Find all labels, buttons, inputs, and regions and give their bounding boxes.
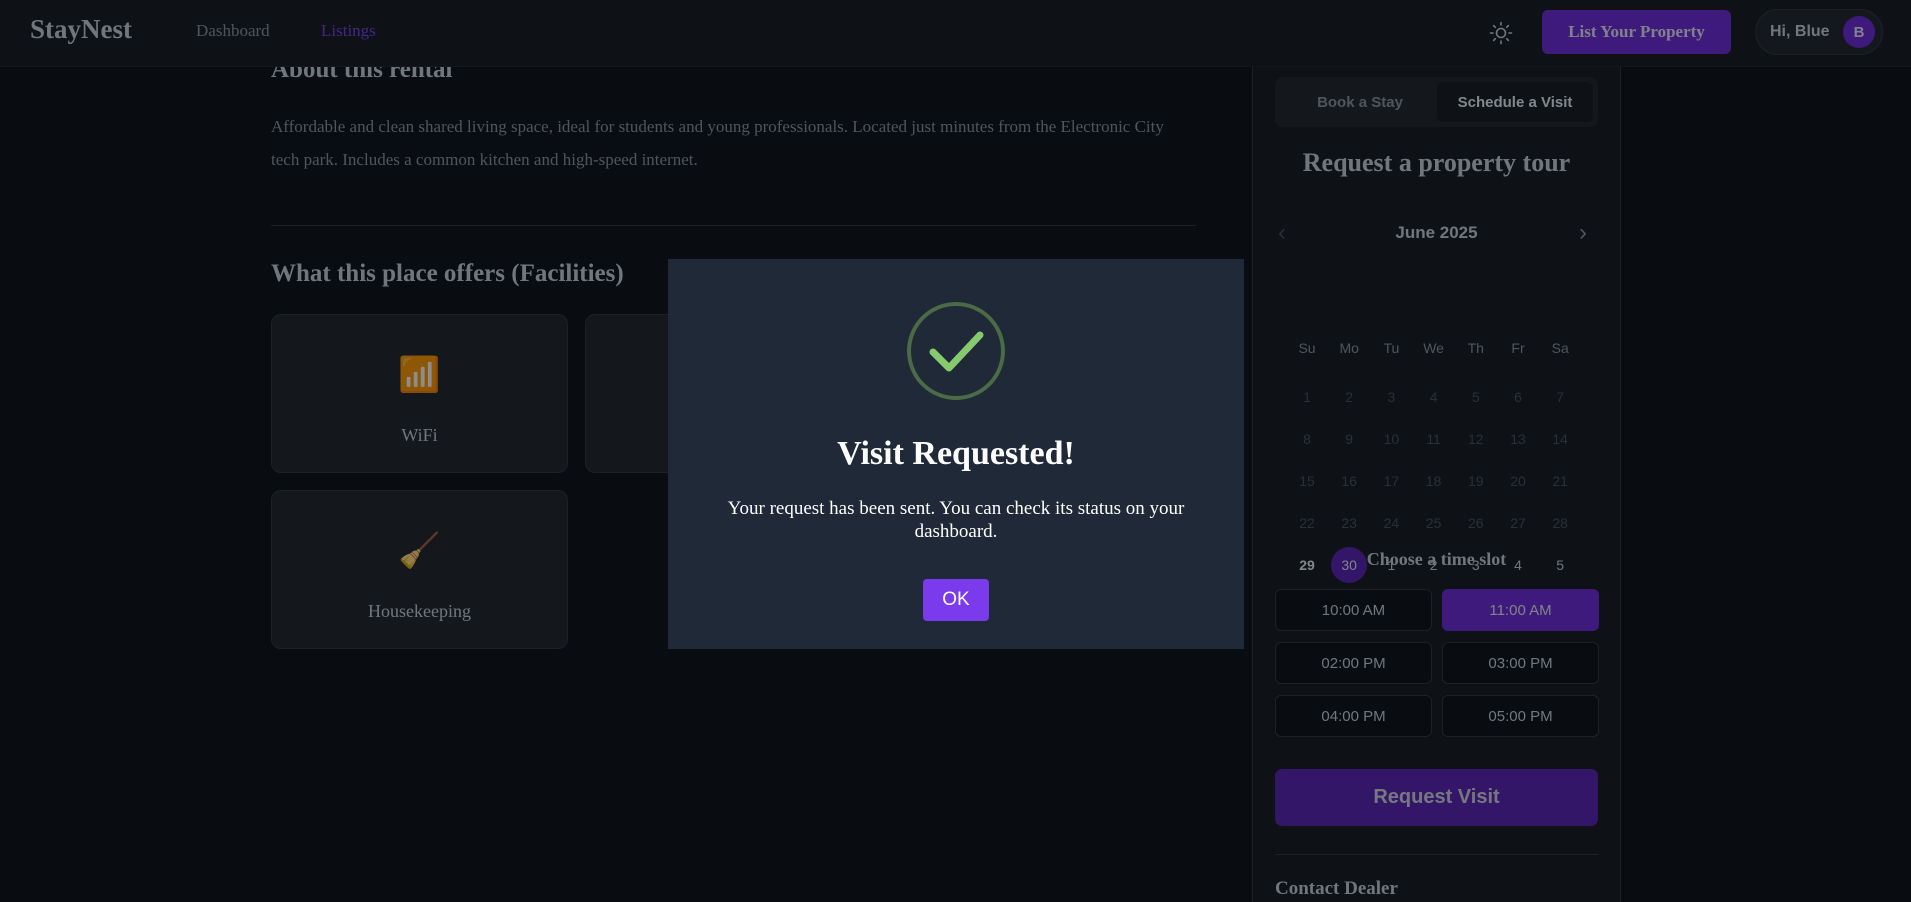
ok-button[interactable]: OK: [923, 579, 989, 621]
check-circle-icon: [907, 302, 1005, 400]
modal-title: Visit Requested!: [837, 435, 1075, 472]
modal-message: Your request has been sent. You can chec…: [727, 498, 1185, 542]
success-modal: Visit Requested! Your request has been s…: [668, 259, 1244, 649]
